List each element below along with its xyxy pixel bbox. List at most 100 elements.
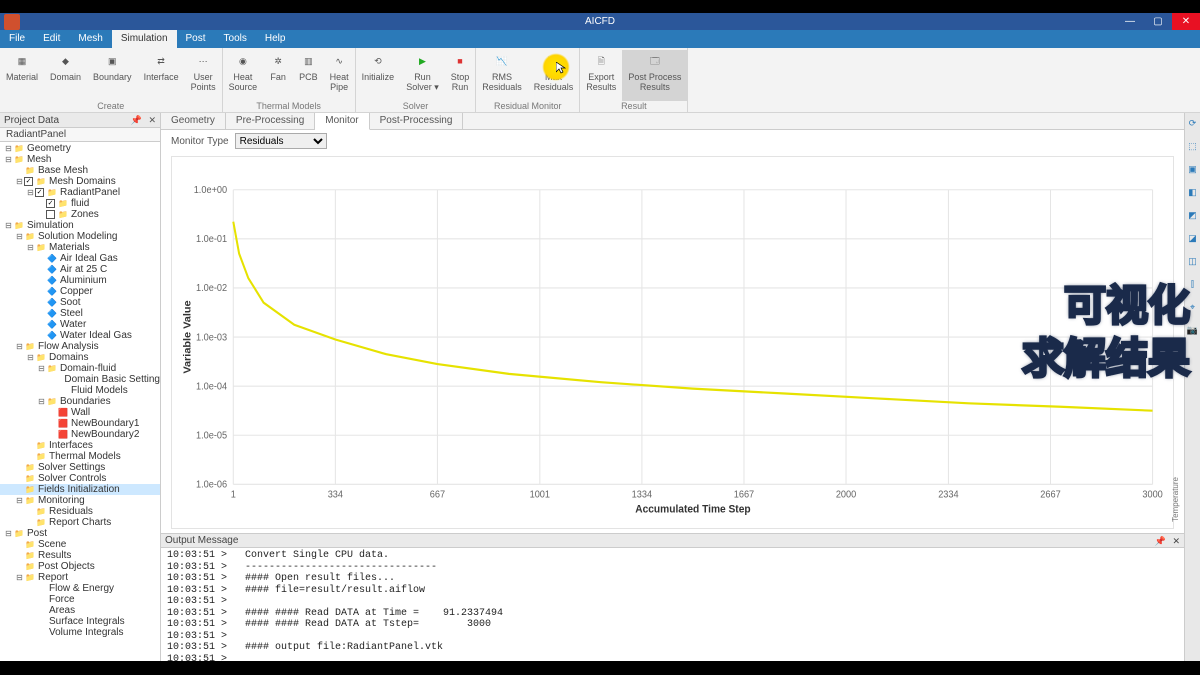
tree-item[interactable]: ⊟✓📁Mesh Domains: [0, 176, 160, 187]
tree-toggle-icon[interactable]: ⊟: [37, 363, 46, 374]
tree-item[interactable]: 📁Post Objects: [0, 561, 160, 572]
tree-item[interactable]: Domain Basic Setting: [0, 374, 160, 385]
right-tool-3[interactable]: ◧: [1186, 186, 1199, 199]
right-tool-4[interactable]: ◩: [1186, 209, 1199, 222]
ribbon-pcb[interactable]: ▥PCB: [293, 50, 324, 101]
ribbon-material[interactable]: ▦Material: [0, 50, 44, 101]
menu-edit[interactable]: Edit: [34, 30, 69, 48]
tree-toggle-icon[interactable]: ⊟: [4, 154, 13, 165]
ribbon-heat-source[interactable]: ◉HeatSource: [223, 50, 264, 101]
tree-item[interactable]: 📁Fields Initialization: [0, 484, 160, 495]
ribbon-rms-residuals[interactable]: 📉RMSResiduals: [476, 50, 528, 101]
tree-item[interactable]: Force: [0, 594, 160, 605]
menu-mesh[interactable]: Mesh: [69, 30, 111, 48]
ribbon-run-solver[interactable]: ▶RunSolver ▾: [400, 50, 445, 101]
panel-close-icon[interactable]: ✕: [148, 115, 156, 126]
ribbon-heat-pipe[interactable]: ∿HeatPipe: [324, 50, 355, 101]
menu-simulation[interactable]: Simulation: [112, 30, 177, 48]
ribbon-boundary[interactable]: ▣Boundary: [87, 50, 138, 101]
tree-item[interactable]: 🔷Water Ideal Gas: [0, 330, 160, 341]
tree-toggle-icon[interactable]: ⊟: [37, 396, 46, 407]
output-pin-icon[interactable]: 📌: [1155, 534, 1166, 548]
output-body[interactable]: 10:03:51 > Convert Single CPU data. 10:0…: [161, 548, 1184, 661]
tree-item[interactable]: ⊟📁Solution Modeling: [0, 231, 160, 242]
tree-checkbox[interactable]: ✓: [35, 188, 44, 197]
tree-toggle-icon[interactable]: ⊟: [4, 143, 13, 154]
tree-item[interactable]: 🔷Soot: [0, 297, 160, 308]
tree-item[interactable]: 🔷Steel: [0, 308, 160, 319]
subtab-monitor[interactable]: Monitor: [315, 113, 369, 130]
ribbon-export-results[interactable]: 🗎ExportResults: [580, 50, 622, 101]
tree-item[interactable]: 🟥NewBoundary1: [0, 418, 160, 429]
tree-item[interactable]: 🔷Aluminium: [0, 275, 160, 286]
ribbon-initialize[interactable]: ⟲Initialize: [356, 50, 401, 101]
tree-toggle-icon[interactable]: ⊟: [4, 528, 13, 539]
close-button[interactable]: ✕: [1172, 13, 1200, 30]
right-tool-0[interactable]: ⟳: [1186, 117, 1199, 130]
tree-checkbox[interactable]: ✓: [46, 199, 55, 208]
tree-toggle-icon[interactable]: ⊟: [26, 242, 35, 253]
tree-toggle-icon[interactable]: ⊟: [15, 495, 24, 506]
tree-item[interactable]: Volume Integrals: [0, 627, 160, 638]
ribbon-domain[interactable]: ◆Domain: [44, 50, 87, 101]
tree-toggle-icon[interactable]: ⊟: [15, 572, 24, 583]
ribbon-post-process[interactable]: 🗔Post ProcessResults: [622, 50, 687, 101]
right-tool-1[interactable]: ⬚: [1186, 140, 1199, 153]
tree-item[interactable]: 🟥NewBoundary2: [0, 429, 160, 440]
tree-item[interactable]: Areas: [0, 605, 160, 616]
menu-file[interactable]: File: [0, 30, 34, 48]
output-close-icon[interactable]: ✕: [1172, 534, 1180, 548]
tree-checkbox[interactable]: ✓: [24, 177, 33, 186]
tree-item[interactable]: 📁Residuals: [0, 506, 160, 517]
tree-item[interactable]: 🟥Wall: [0, 407, 160, 418]
subtab-pre-processing[interactable]: Pre-Processing: [226, 113, 315, 129]
tree-item[interactable]: 📁Thermal Models: [0, 451, 160, 462]
tree-item[interactable]: 📁Zones: [0, 209, 160, 220]
tree-item[interactable]: ⊟📁Boundaries: [0, 396, 160, 407]
tree-item[interactable]: ⊟📁Report: [0, 572, 160, 583]
pin-icon[interactable]: 📌: [131, 115, 142, 126]
menu-tools[interactable]: Tools: [215, 30, 256, 48]
maximize-button[interactable]: ▢: [1144, 13, 1172, 30]
tree-item[interactable]: ⊟📁Materials: [0, 242, 160, 253]
tree-item[interactable]: ⊟📁Domain-fluid: [0, 363, 160, 374]
tree-item[interactable]: ⊟📁Monitoring: [0, 495, 160, 506]
project-tree-tab[interactable]: RadiantPanel: [0, 128, 160, 142]
subtab-geometry[interactable]: Geometry: [161, 113, 226, 129]
tree-item[interactable]: ✓📁fluid: [0, 198, 160, 209]
tree-item[interactable]: Flow & Energy: [0, 583, 160, 594]
menu-help[interactable]: Help: [256, 30, 295, 48]
tree-item[interactable]: ⊟📁Mesh: [0, 154, 160, 165]
tree-toggle-icon[interactable]: ⊟: [15, 176, 24, 187]
menu-post[interactable]: Post: [177, 30, 215, 48]
tree-item[interactable]: 📁Report Charts: [0, 517, 160, 528]
right-tool-8[interactable]: ⌖: [1186, 301, 1199, 314]
tree-item[interactable]: ⊟📁Geometry: [0, 143, 160, 154]
ribbon-user-points[interactable]: ⋯UserPoints: [185, 50, 222, 101]
project-tree[interactable]: ⊟📁Geometry⊟📁Mesh📁Base Mesh⊟✓📁Mesh Domain…: [0, 142, 160, 661]
minimize-button[interactable]: —: [1116, 13, 1144, 30]
tree-toggle-icon[interactable]: ⊟: [4, 220, 13, 231]
right-tool-7[interactable]: ⫿: [1186, 278, 1199, 291]
tree-checkbox[interactable]: [46, 210, 55, 219]
tree-item[interactable]: 🔷Water: [0, 319, 160, 330]
tree-item[interactable]: 📁Results: [0, 550, 160, 561]
right-tool-2[interactable]: ▣: [1186, 163, 1199, 176]
tree-item[interactable]: ⊟📁Simulation: [0, 220, 160, 231]
tree-item[interactable]: Surface Integrals: [0, 616, 160, 627]
tree-item[interactable]: 🔷Copper: [0, 286, 160, 297]
tree-item[interactable]: 🔷Air Ideal Gas: [0, 253, 160, 264]
right-tool-6[interactable]: ◫: [1186, 255, 1199, 268]
ribbon-fan[interactable]: ✲Fan: [263, 50, 293, 101]
subtab-post-processing[interactable]: Post-Processing: [370, 113, 464, 129]
tree-toggle-icon[interactable]: ⊟: [15, 341, 24, 352]
tree-toggle-icon[interactable]: ⊟: [26, 352, 35, 363]
tree-item[interactable]: 📁Solver Settings: [0, 462, 160, 473]
tree-toggle-icon[interactable]: ⊟: [26, 187, 35, 198]
tree-toggle-icon[interactable]: ⊟: [15, 231, 24, 242]
monitor-type-select[interactable]: Residuals: [235, 133, 327, 149]
tree-item[interactable]: 🔷Air at 25 C: [0, 264, 160, 275]
tree-item[interactable]: 📁Base Mesh: [0, 165, 160, 176]
right-tool-5[interactable]: ◪: [1186, 232, 1199, 245]
ribbon-stop-run[interactable]: ■StopRun: [445, 50, 476, 101]
